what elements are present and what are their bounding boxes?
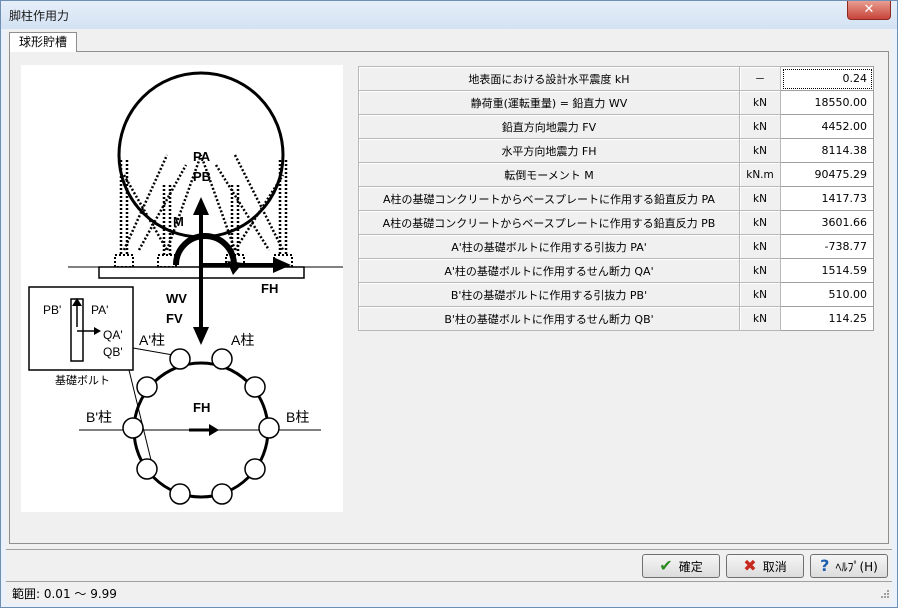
plan-bolts (122, 348, 280, 505)
row-unit: － (739, 66, 781, 91)
moment-arc (173, 233, 237, 266)
label-b-prime-col: B'柱 (86, 409, 112, 425)
close-button[interactable]: ✕ (847, 1, 891, 20)
table-row: 地表面における設計水平震度 kH － 0.24 (358, 66, 874, 91)
table-row: 静荷重(運転重量) = 鉛直力 WV kN 18550.00 (358, 90, 874, 115)
label-pa-prime: PA' (91, 303, 108, 317)
table-row: 転倒モーメント MkN.m 90475.29 (358, 162, 874, 187)
client-area: 球形貯槽 PA PB M WV FV FH PB' PA' QA' QB' 基礎… (6, 29, 892, 603)
row-label: B'柱の基礎ボルトに作用するせん断力 QB' (358, 306, 740, 331)
cancel-button[interactable]: ✖ 取消 (726, 554, 804, 578)
title-bar[interactable]: 脚柱作用力 ✕ (1, 1, 897, 29)
label-b-col: B柱 (286, 409, 309, 425)
ok-button[interactable]: ✔ 確定 (642, 554, 720, 578)
row-value: 114.25 (780, 306, 874, 331)
row-label: A'柱の基礎ボルトに作用する引抜力 PA' (358, 234, 740, 259)
row-value: 4452.00 (780, 114, 874, 139)
row-unit: kN.m (739, 162, 781, 187)
button-separator (6, 549, 892, 550)
row-label: 地表面における設計水平震度 kH (358, 66, 740, 91)
cross-icon: ✖ (743, 556, 757, 575)
help-button[interactable]: ? ﾍﾙﾌﾟ(H) (810, 554, 888, 578)
row-label: 鉛直方向地震力 FV (358, 114, 740, 139)
row-value: -738.77 (780, 234, 874, 259)
label-pa: PA (193, 149, 211, 164)
row-label: 水平方向地震力 FH (358, 138, 740, 163)
row-unit: kN (739, 114, 781, 139)
row-unit: kN (739, 258, 781, 283)
label-a-col: A柱 (231, 332, 254, 348)
row-value: 3601.66 (780, 210, 874, 235)
row-unit: kN (739, 138, 781, 163)
label-a-prime-col: A'柱 (139, 332, 165, 348)
row-label: A柱の基礎コンクリートからベースプレートに作用する鉛直反力 PB (358, 210, 740, 235)
row-value: 18550.00 (780, 90, 874, 115)
label-qb-prime: QB' (103, 345, 123, 359)
table-row: 鉛直方向地震力 FV kN 4452.00 (358, 114, 874, 139)
tab-spherical-tank[interactable]: 球形貯槽 (9, 32, 77, 52)
window-title: 脚柱作用力 (9, 9, 70, 23)
row-value: 1417.73 (780, 186, 874, 211)
row-label: B'柱の基礎ボルトに作用する引抜力 PB' (358, 282, 740, 307)
help-button-label: ﾍﾙﾌﾟ(H) (835, 559, 878, 574)
table-row: B'柱の基礎ボルトに作用するせん断力 QB' kN 114.25 (358, 306, 874, 331)
table-row: B'柱の基礎ボルトに作用する引抜力 PB' kN 510.00 (358, 282, 874, 307)
row-unit: kN (739, 210, 781, 235)
question-icon: ? (820, 556, 830, 575)
downward-arrowhead (193, 327, 209, 345)
resize-grip-icon[interactable] (880, 589, 890, 599)
label-fh-top: FH (261, 281, 278, 296)
table-row: A柱の基礎コンクリートからベースプレートに作用する鉛直反力 PA kN 1417.7… (358, 186, 874, 211)
row-unit: kN (739, 282, 781, 307)
row-label: A柱の基礎コンクリートからベースプレートに作用する鉛直反力 PA (358, 186, 740, 211)
checkmark-icon: ✔ (659, 556, 673, 575)
row-value: 1514.59 (780, 258, 874, 283)
kh-value-input[interactable]: 0.24 (780, 66, 874, 91)
plan-fh-arrowhead (209, 424, 219, 436)
label-pb: PB (193, 169, 211, 184)
label-pb-prime: PB' (43, 303, 61, 317)
upward-arrowhead (193, 197, 209, 215)
force-diagram: PA PB M WV FV FH PB' PA' QA' QB' 基礎ボルト F… (21, 65, 343, 512)
table-row: A'柱の基礎ボルトに作用する引抜力 PA' kN -738.77 (358, 234, 874, 259)
row-unit: kN (739, 234, 781, 259)
row-label: 静荷重(運転重量) = 鉛直力 WV (358, 90, 740, 115)
row-unit: kN (739, 90, 781, 115)
label-fh-bottom: FH (193, 400, 210, 415)
close-icon: ✕ (863, 2, 875, 17)
status-bar: 範囲: 0.01 ～ 9.99 (6, 581, 892, 601)
label-bolt: 基礎ボルト (55, 374, 110, 387)
status-text: 範囲: 0.01 ～ 9.99 (12, 587, 117, 601)
row-value: 510.00 (780, 282, 874, 307)
row-value: 90475.29 (780, 162, 874, 187)
cancel-button-label: 取消 (762, 559, 787, 574)
row-label: 転倒モーメント M (358, 162, 740, 187)
table-row: A柱の基礎コンクリートからベースプレートに作用する鉛直反力 PB kN 3601.6… (358, 210, 874, 235)
results-table: 地表面における設計水平震度 kH － 0.24 静荷重(運転重量) = 鉛直力 WV k… (358, 66, 874, 331)
row-value: 8114.38 (780, 138, 874, 163)
table-row: 水平方向地震力 FH kN 8114.38 (358, 138, 874, 163)
row-label: A'柱の基礎ボルトに作用するせん断力 QA' (358, 258, 740, 283)
ok-button-label: 確定 (678, 559, 703, 574)
dialog-window: 脚柱作用力 ✕ 球形貯槽 PA PB M WV FV FH PB' PA' QA… (0, 0, 898, 608)
label-m: M (173, 214, 184, 229)
row-unit: kN (739, 306, 781, 331)
label-wv: WV (166, 291, 187, 306)
bolt-leader-2 (132, 347, 174, 356)
table-row: A'柱の基礎ボルトに作用するせん断力 QA' kN 1514.59 (358, 258, 874, 283)
label-fv: FV (166, 311, 183, 326)
label-qa-prime: QA' (103, 328, 123, 342)
row-unit: kN (739, 186, 781, 211)
